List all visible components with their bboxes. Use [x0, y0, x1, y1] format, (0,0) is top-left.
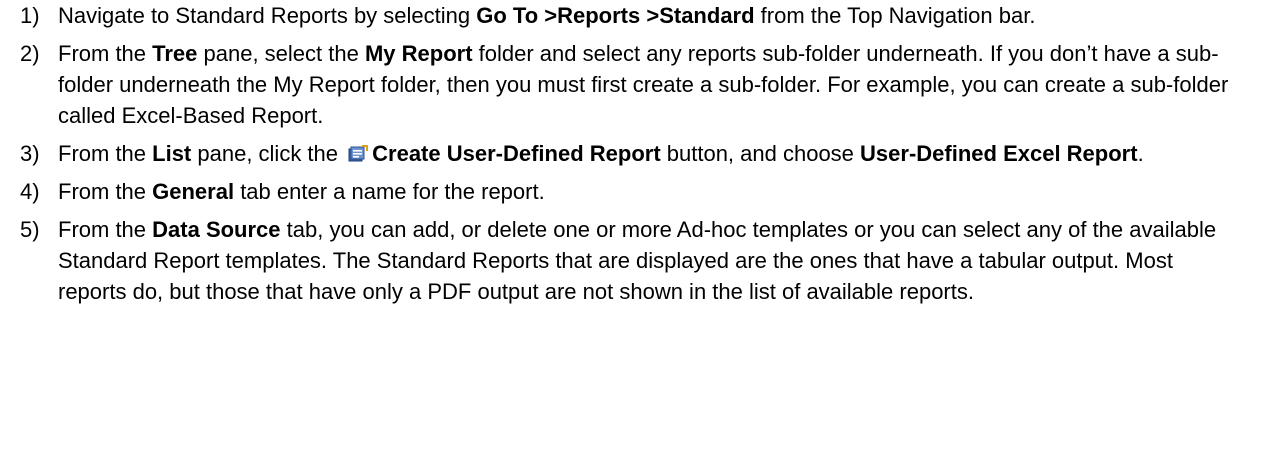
step-3: 3) From the List pane, click the Create …: [0, 138, 1270, 169]
step-text: pane, click the: [191, 141, 345, 166]
step-text: button, and choose: [660, 141, 861, 166]
step-number: 3): [20, 141, 40, 166]
step-text: Navigate to Standard Reports by selectin…: [58, 3, 477, 28]
step-number: 2): [20, 41, 40, 66]
step-text: From the: [58, 179, 153, 204]
menu-path: Go To >Reports >Standard: [476, 3, 755, 28]
step-text: pane, select the: [197, 41, 365, 66]
tab-name: Data Source: [152, 217, 281, 242]
step-1: 1) Navigate to Standard Reports by selec…: [0, 0, 1270, 31]
step-text: from the Top Navigation bar.: [754, 3, 1036, 28]
report-icon: [348, 140, 369, 162]
step-5: 5) From the Data Source tab, you can add…: [0, 214, 1270, 307]
step-text: From the: [58, 141, 153, 166]
pane-name: List: [152, 141, 192, 166]
button-name: Create User-Defined Report: [372, 141, 661, 166]
step-number: 4): [20, 179, 40, 204]
option-name: User-Defined Excel Report: [860, 141, 1138, 166]
step-4: 4) From the General tab enter a name for…: [0, 176, 1270, 207]
tab-name: General: [152, 179, 235, 204]
step-number: 1): [20, 3, 40, 28]
step-2: 2) From the Tree pane, select the My Rep…: [0, 38, 1270, 131]
step-text: .: [1137, 141, 1144, 166]
folder-name: My Report: [364, 41, 473, 66]
document: 1) Navigate to Standard Reports by selec…: [0, 0, 1270, 474]
instruction-list: 1) Navigate to Standard Reports by selec…: [0, 0, 1270, 307]
step-number: 5): [20, 217, 40, 242]
step-text: From the: [58, 217, 153, 242]
step-text: From the: [58, 41, 153, 66]
pane-name: Tree: [152, 41, 198, 66]
step-text: tab enter a name for the report.: [234, 179, 545, 204]
